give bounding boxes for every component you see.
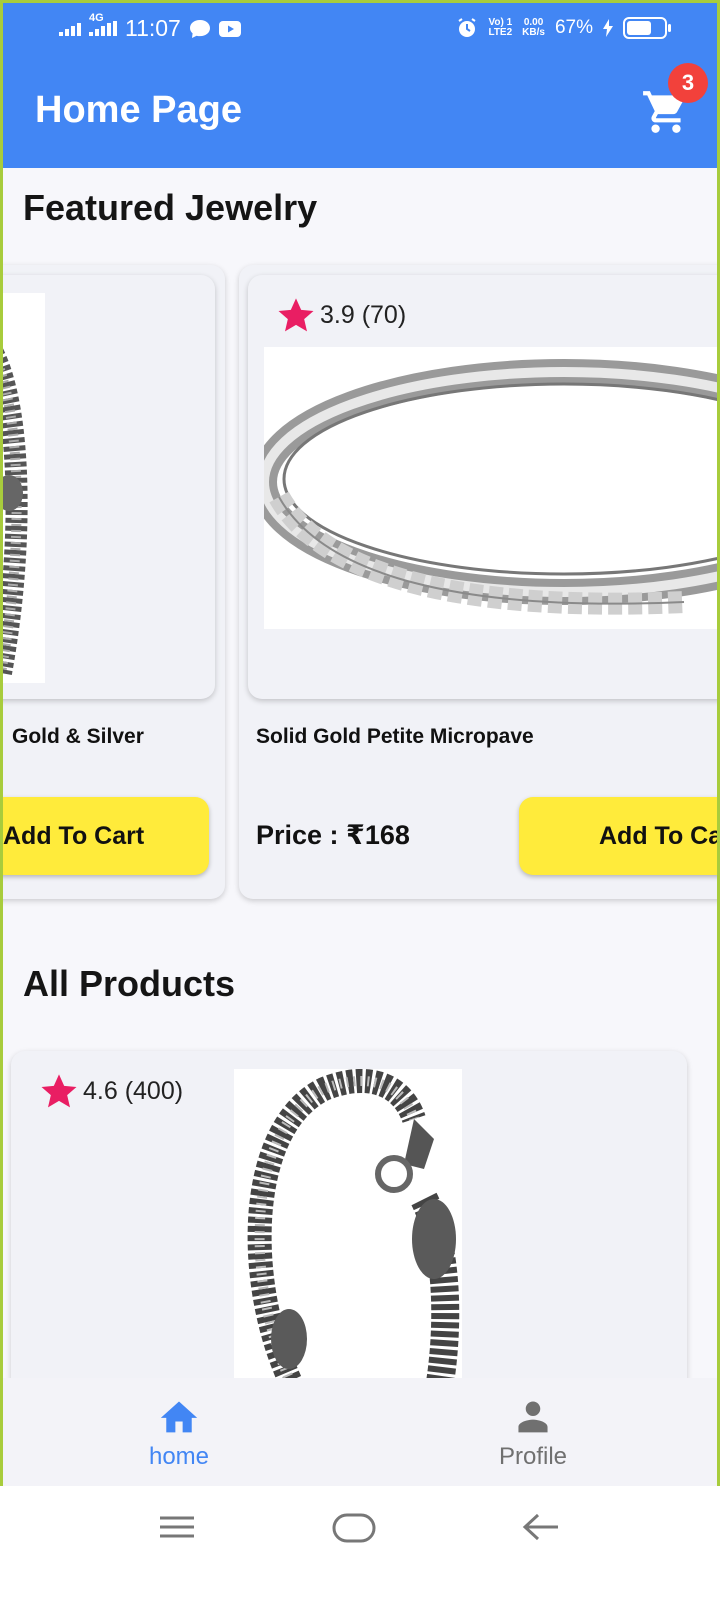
add-to-cart-button[interactable]: Add To Ca: [519, 797, 717, 875]
charging-icon: [603, 19, 613, 37]
battery-percent: 67%: [554, 17, 593, 38]
nav-home[interactable]: home: [109, 1396, 249, 1471]
app-frame: 4G 11:07 Vo) 1 LTE2 0.00 KB/s 67% Home Pag…: [0, 0, 720, 1516]
back-icon[interactable]: [520, 1508, 560, 1546]
featured-card[interactable]: 3.9 (70) Solid Gold Petite Micropave Pri…: [239, 265, 717, 899]
app-bar: 4G 11:07 Vo) 1 LTE2 0.00 KB/s 67% Home Pag…: [3, 3, 717, 168]
bracelet-image: [247, 1069, 460, 1389]
home-icon: [160, 1401, 198, 1433]
product-image: [3, 293, 45, 683]
ring-image: [264, 359, 717, 615]
chat-icon: [189, 19, 210, 38]
signal-icon: [59, 22, 81, 36]
product-name: Solid Gold Petite Micropave: [256, 725, 534, 748]
cart-badge: 3: [668, 63, 708, 103]
battery-icon: [623, 17, 671, 39]
featured-section-title: Featured Jewelry: [23, 187, 318, 228]
rating-text: 3.9 (70): [320, 300, 407, 329]
network-speed: 0.00 KB/s: [522, 17, 545, 38]
featured-card-image-panel: 3.9 (70): [248, 275, 717, 699]
featured-card-partial[interactable]: Gold & Silver Add To Cart: [3, 265, 225, 899]
product-image: [234, 1069, 462, 1389]
page-title: Home Page: [35, 89, 242, 131]
rating: 4.6 (400): [39, 1071, 183, 1111]
nav-profile[interactable]: Profile: [463, 1396, 603, 1471]
status-time: 11:07: [125, 15, 181, 41]
signal-4g-icon: 4G: [89, 12, 117, 36]
bottom-navigation: home Profile: [3, 1378, 717, 1488]
product-image: [264, 347, 717, 629]
add-to-cart-button[interactable]: Add To Cart: [3, 797, 209, 875]
system-navigation-bar: [0, 1486, 720, 1600]
star-icon: [41, 1074, 77, 1108]
network-type: 4G: [89, 11, 104, 24]
rating-text: 4.6 (400): [83, 1076, 184, 1105]
featured-card-image-panel: [3, 275, 215, 699]
product-name: Gold & Silver: [12, 725, 144, 748]
rating: 3.9 (70): [276, 295, 406, 335]
volte-indicator: Vo) 1 LTE2: [488, 17, 513, 38]
status-bar: 4G 11:07 Vo) 1 LTE2 0.00 KB/s 67%: [3, 3, 717, 59]
nav-home-label: home: [148, 1443, 210, 1470]
person-icon: [518, 1401, 548, 1433]
product-price: Price : ₹168: [256, 820, 410, 850]
menu-icon[interactable]: [158, 1508, 196, 1546]
home-button-icon[interactable]: [332, 1508, 376, 1546]
alarm-icon: [458, 18, 477, 37]
youtube-icon: [218, 20, 241, 37]
bracelet-image: [3, 348, 28, 675]
all-products-section-title: All Products: [23, 963, 236, 1004]
nav-profile-label: Profile: [498, 1443, 568, 1470]
star-icon: [278, 298, 314, 332]
